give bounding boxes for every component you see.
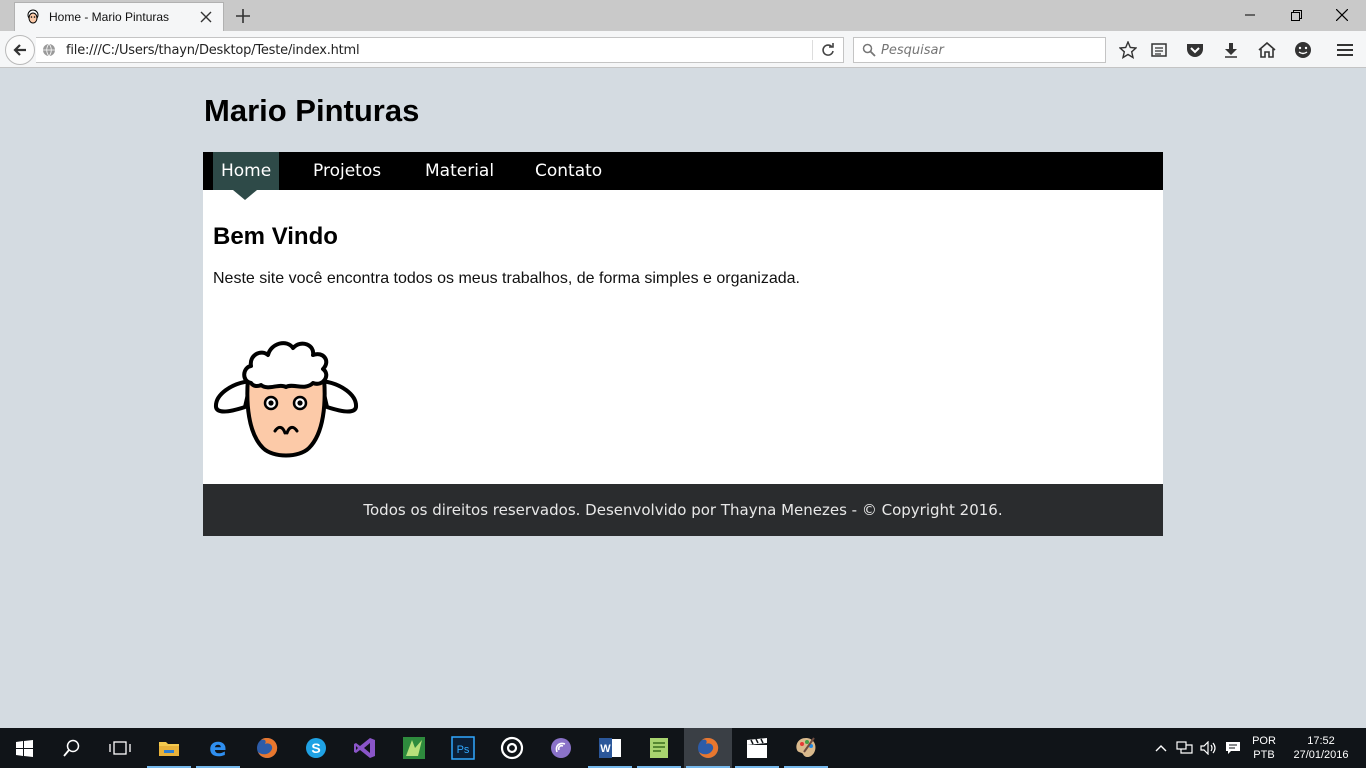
volume-icon[interactable] [1198, 728, 1220, 768]
intro-text: Neste site você encontra todos os meus t… [213, 270, 800, 287]
firefox-active-icon[interactable] [684, 728, 732, 768]
clock[interactable]: 17:52 27/01/2016 [1288, 728, 1354, 768]
bookmark-star-icon[interactable] [1116, 38, 1140, 62]
reading-list-icon[interactable] [1147, 38, 1171, 62]
svg-text:W: W [600, 743, 611, 755]
sheep-favicon-icon [27, 9, 39, 24]
sheep-image [214, 341, 358, 458]
menu-hamburger-icon[interactable] [1333, 38, 1357, 62]
visual-studio-icon[interactable] [341, 728, 389, 768]
tab-title: Home - Mario Pinturas [49, 10, 170, 24]
back-arrow-icon [13, 44, 26, 56]
paint-icon[interactable] [782, 728, 830, 768]
menu-item-projetos[interactable]: Projetos [305, 152, 389, 190]
search-taskbar-icon[interactable] [48, 728, 96, 768]
word-icon[interactable]: W [586, 728, 634, 768]
menu-item-contato[interactable]: Contato [527, 152, 610, 190]
photoshop-icon[interactable]: Ps [439, 728, 487, 768]
tab-strip: Home - Mario Pinturas [0, 0, 1366, 31]
active-menu-indicator [233, 190, 257, 200]
download-icon[interactable] [1219, 38, 1243, 62]
site-footer: Todos os direitos reservados. Desenvolvi… [203, 484, 1163, 536]
menu-item-material[interactable]: Material [417, 152, 502, 190]
windows-taskbar: e S Ps W POR PTB 17:52 27/01/2016 [0, 728, 1366, 768]
clock-time: 17:52 [1307, 735, 1335, 747]
chevron-up-icon[interactable] [1150, 728, 1172, 768]
browser-tab[interactable]: Home - Mario Pinturas [14, 2, 224, 31]
svg-text:Ps: Ps [457, 744, 470, 756]
main-menu: Home Projetos Material Contato [203, 152, 1163, 190]
svg-text:S: S [311, 740, 320, 756]
globe-icon [43, 43, 55, 57]
network-icon[interactable] [1174, 728, 1196, 768]
search-icon [862, 43, 876, 57]
search-input[interactable] [881, 42, 1101, 58]
groove-icon[interactable] [488, 728, 536, 768]
task-view-icon[interactable] [96, 728, 144, 768]
skype-icon[interactable]: S [292, 728, 340, 768]
back-button[interactable] [5, 35, 35, 65]
language-indicator[interactable]: POR PTB [1248, 728, 1280, 768]
home-icon[interactable] [1255, 38, 1279, 62]
new-tab-icon[interactable] [233, 6, 253, 26]
welcome-heading: Bem Vindo [213, 223, 338, 250]
file-explorer-icon[interactable] [145, 728, 193, 768]
edge-icon[interactable]: e [194, 728, 242, 768]
search-bar[interactable] [853, 37, 1106, 63]
keyboard-layout: PTB [1253, 749, 1275, 761]
start-windows-icon[interactable] [0, 728, 48, 768]
torrent-icon[interactable] [537, 728, 585, 768]
notification-icon[interactable] [1222, 728, 1244, 768]
clapper-icon[interactable] [733, 728, 781, 768]
restore-icon[interactable] [1273, 0, 1319, 30]
url-text[interactable]: file:///C:/Users/thayn/Desktop/Teste/ind… [66, 43, 812, 58]
sketchup-icon[interactable] [390, 728, 438, 768]
close-tab-icon[interactable] [199, 10, 213, 24]
reload-icon[interactable] [813, 38, 843, 62]
site-title: Mario Pinturas [204, 93, 420, 128]
main-content: Bem Vindo Neste site você encontra todos… [203, 190, 1163, 484]
menu-item-home[interactable]: Home [213, 152, 280, 190]
clock-date: 27/01/2016 [1293, 749, 1349, 761]
language-code: POR [1252, 735, 1276, 747]
pocket-icon[interactable] [1183, 38, 1207, 62]
firefox-icon[interactable] [243, 728, 291, 768]
minimize-icon[interactable] [1227, 0, 1273, 30]
close-window-icon[interactable] [1319, 0, 1365, 30]
address-bar[interactable]: file:///C:/Users/thayn/Desktop/Teste/ind… [36, 37, 844, 63]
hello-chat-icon[interactable] [1291, 38, 1315, 62]
notepad-icon[interactable] [635, 728, 683, 768]
